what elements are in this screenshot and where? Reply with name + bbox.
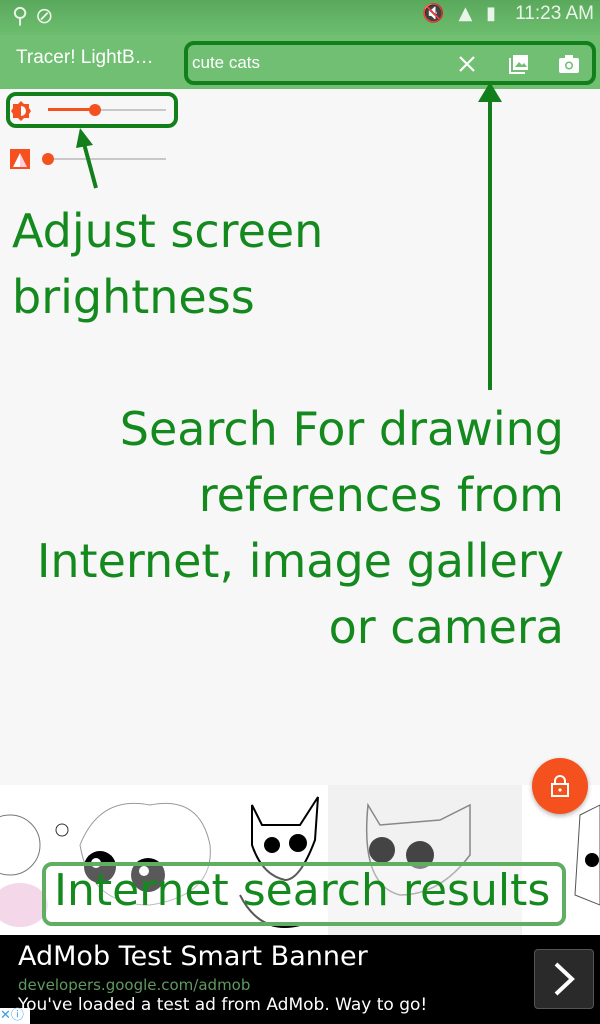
search-annotation: Search For drawing references from Interne… [36, 402, 564, 654]
ad-description: You've loaded a test ad from AdMob. Way … [18, 995, 428, 1015]
result-image[interactable] [0, 814, 48, 927]
ad-open-button[interactable] [534, 949, 594, 1009]
results-annotation: Internet search results [54, 865, 551, 916]
result-image[interactable] [574, 804, 600, 906]
chevron-right-icon [554, 962, 575, 996]
lock-icon [551, 775, 569, 797]
lock-button[interactable] [532, 758, 588, 814]
ad-banner[interactable]: AdMob Test Smart Banner developers.googl… [0, 935, 600, 1024]
brightness-annotation: Adjust screen brightness [12, 204, 324, 324]
ad-choices-icon[interactable]: ✕ⓘ [0, 1008, 30, 1024]
ad-url[interactable]: developers.google.com/admob [18, 976, 250, 994]
ad-headline: AdMob Test Smart Banner [18, 941, 368, 972]
